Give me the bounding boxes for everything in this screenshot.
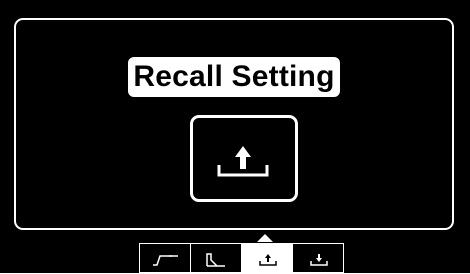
pulse-edge-icon (153, 255, 178, 266)
recall-upload-icon (259, 254, 277, 266)
active-tab-indicator (257, 234, 273, 242)
save-download-icon (310, 254, 328, 266)
mode-bar (139, 243, 344, 273)
tab-step-shape[interactable] (190, 243, 242, 273)
step-shape-icon (206, 253, 225, 267)
device-screen: Recall Setting (0, 0, 470, 273)
main-panel: Recall Setting (14, 18, 454, 230)
recall-upload-icon (217, 146, 269, 177)
tab-pulse-edge[interactable] (139, 243, 191, 273)
recall-button[interactable] (190, 115, 298, 202)
screen-title: Recall Setting (128, 57, 340, 97)
tab-save[interactable] (292, 243, 344, 273)
tab-recall[interactable] (241, 243, 293, 273)
